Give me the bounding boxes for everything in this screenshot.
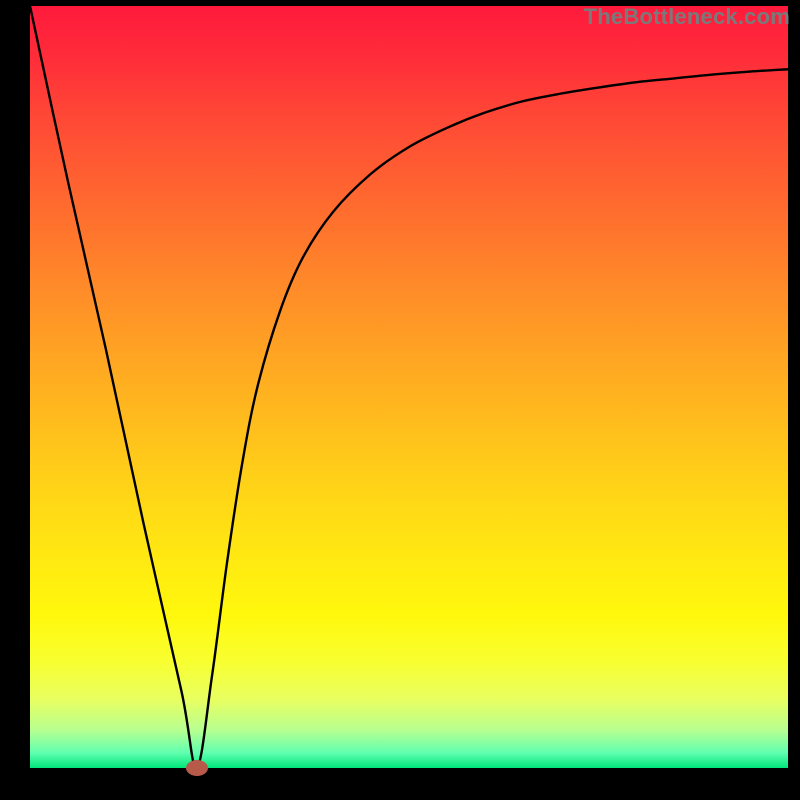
chart-frame: TheBottleneck.com bbox=[0, 0, 800, 800]
bottleneck-curve bbox=[30, 6, 788, 768]
optimal-point-marker bbox=[186, 760, 208, 776]
watermark-text: TheBottleneck.com bbox=[584, 4, 790, 30]
plot-area bbox=[30, 6, 788, 768]
